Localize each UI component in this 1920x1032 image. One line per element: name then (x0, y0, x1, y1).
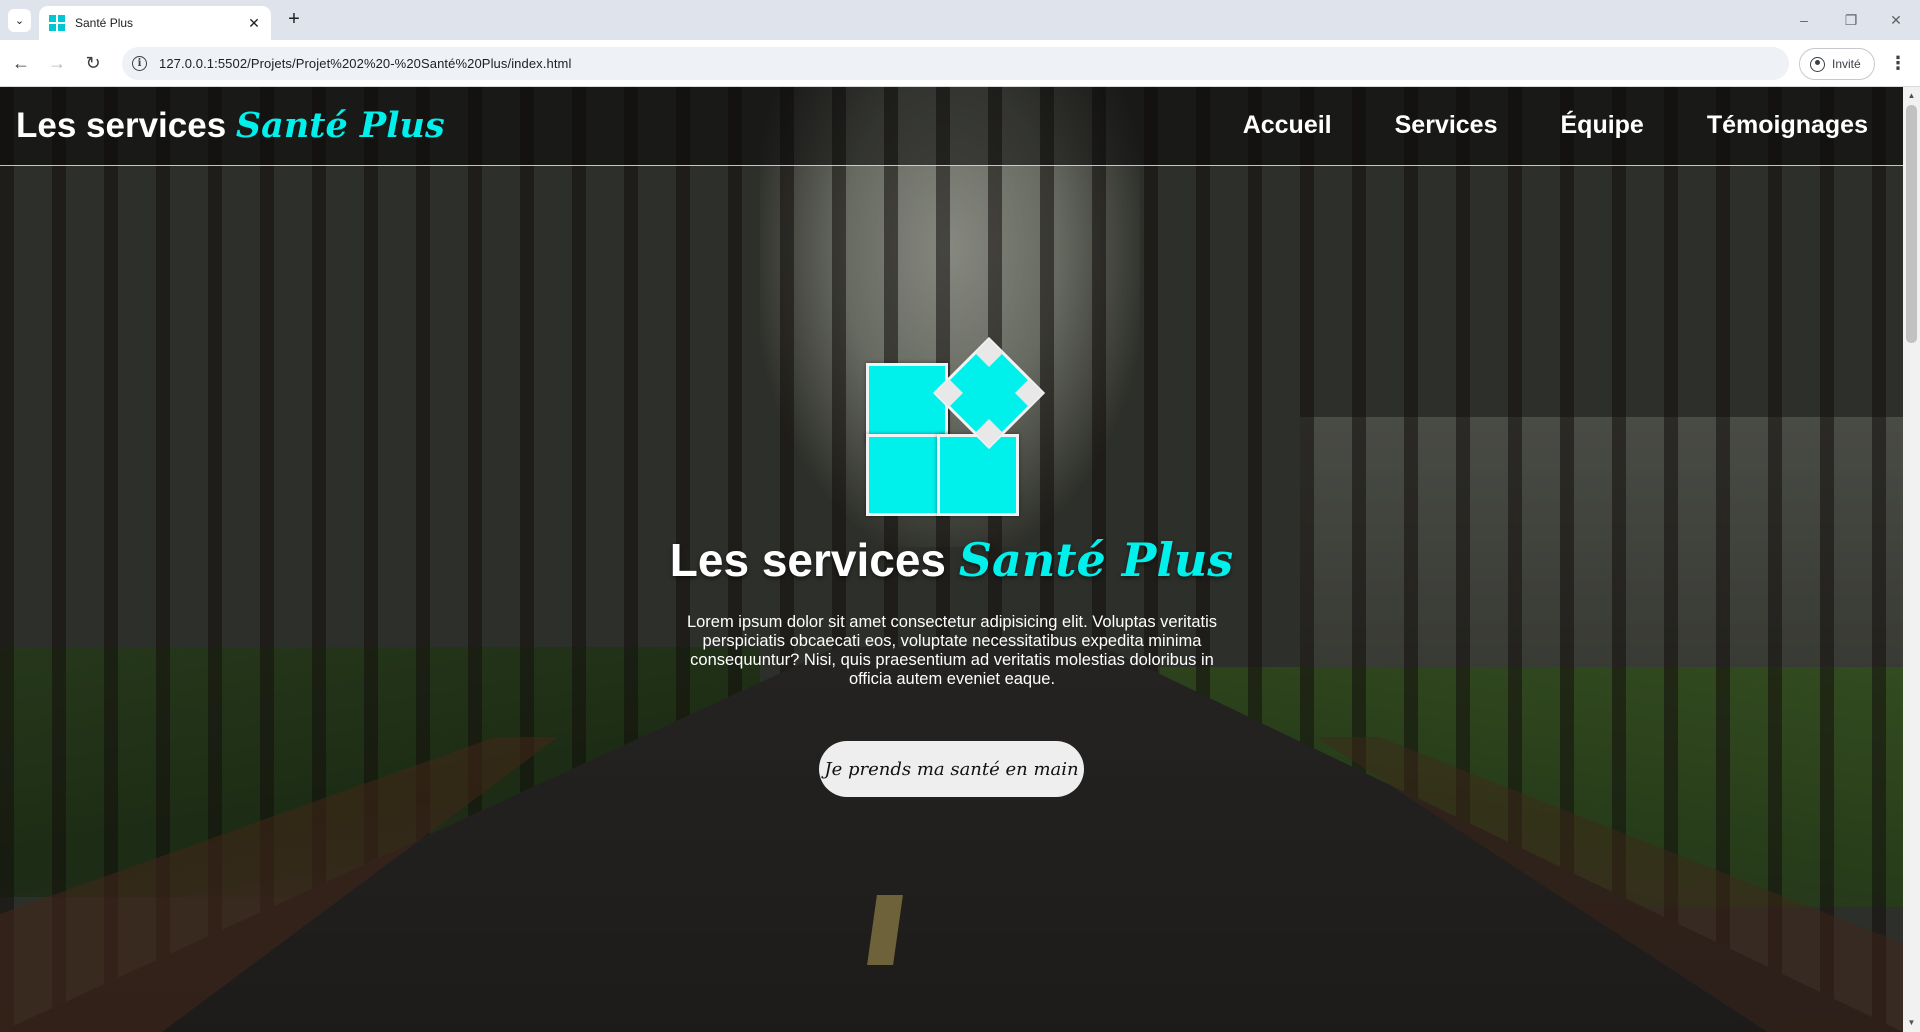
browser-tab[interactable]: Santé Plus ✕ (39, 6, 271, 40)
browser-tab-strip: ⌄ Santé Plus ✕ + – ❐ ✕ (0, 0, 1920, 40)
reload-icon[interactable]: ↻ (80, 50, 106, 76)
health-plus-logo-icon (866, 337, 1061, 516)
minimize-icon[interactable]: – (1789, 8, 1819, 32)
tab-close-icon[interactable]: ✕ (246, 15, 262, 32)
scroll-up-arrow-icon[interactable]: ▲ (1903, 89, 1920, 103)
hero-section: Les services Santé Plus Lorem ipsum dolo… (0, 87, 1903, 1032)
browser-menu-icon[interactable]: ⋮ (1888, 52, 1908, 76)
tab-search-chevron-icon[interactable]: ⌄ (8, 9, 31, 32)
page-viewport: Les services Santé Plus Accueil Services… (0, 87, 1903, 1032)
url-text[interactable]: 127.0.0.1:5502/Projets/Projet%202%20-%20… (159, 56, 571, 71)
back-arrow-icon[interactable]: ← (8, 50, 34, 76)
hero-title-main: Les services (669, 534, 959, 586)
address-bar[interactable]: i 127.0.0.1:5502/Projets/Projet%202%20-%… (122, 47, 1789, 80)
page-scrollbar[interactable]: ▲ ▼ (1903, 87, 1920, 1032)
cta-button[interactable]: Je prends ma santé en main (819, 741, 1084, 797)
grid-logo-icon (49, 15, 65, 31)
scroll-down-arrow-icon[interactable]: ▼ (1903, 1016, 1920, 1030)
profile-label: Invité (1832, 57, 1861, 71)
profile-avatar-icon (1810, 56, 1825, 72)
tab-title: Santé Plus (75, 16, 134, 30)
site-info-icon[interactable]: i (132, 56, 147, 71)
hero-title-accent: Santé Plus (958, 533, 1234, 587)
browser-toolbar: ← → ↻ i 127.0.0.1:5502/Projets/Projet%20… (0, 40, 1920, 87)
hero-description: Lorem ipsum dolor sit amet consectetur a… (686, 613, 1218, 688)
hero-title: Les services Santé Plus (0, 533, 1903, 587)
scrollbar-thumb[interactable] (1906, 105, 1917, 343)
restore-icon[interactable]: ❐ (1836, 8, 1866, 32)
forward-arrow-icon[interactable]: → (44, 50, 70, 76)
window-close-icon[interactable]: ✕ (1881, 8, 1911, 32)
new-tab-plus-icon[interactable]: + (282, 8, 306, 32)
profile-button[interactable]: Invité (1799, 48, 1875, 80)
